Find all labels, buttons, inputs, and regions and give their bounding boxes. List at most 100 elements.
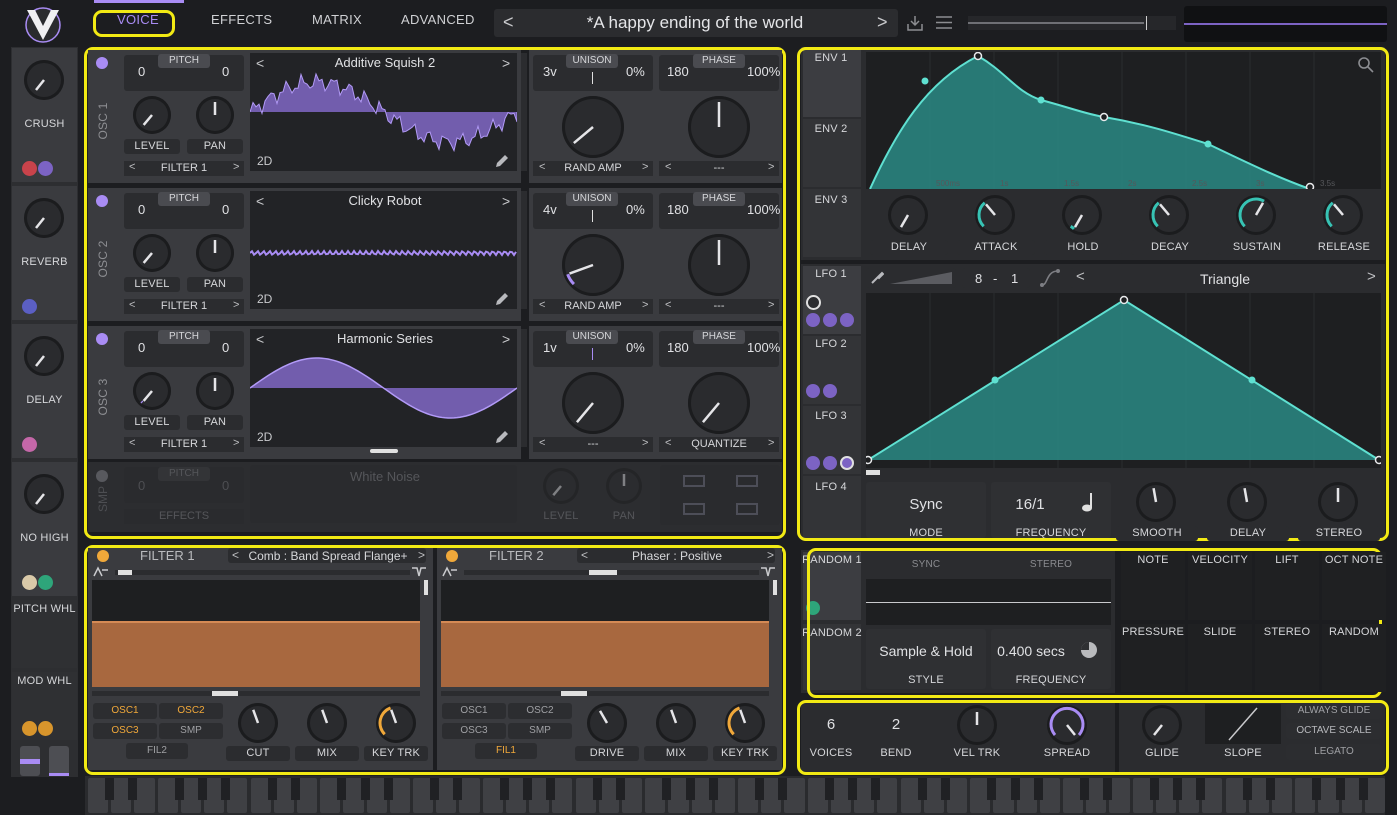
black-key[interactable]	[546, 778, 556, 800]
osc1-power-toggle[interactable]	[96, 57, 108, 69]
filter1-source-osc2[interactable]: OSC2	[159, 703, 223, 719]
mod-source-dot-blue[interactable]	[22, 299, 37, 314]
bounce-icon[interactable]	[735, 500, 759, 518]
filter2-source-smp[interactable]: SMP	[508, 723, 572, 739]
tab-voice[interactable]: VOICE	[117, 12, 159, 27]
osc3-wavetable-display[interactable]	[250, 329, 517, 447]
filter1-comb-icon[interactable]	[411, 566, 427, 578]
sampler-pitch-octave[interactable]: 0	[138, 478, 145, 493]
lfo2-target-dot-2[interactable]	[823, 384, 837, 398]
env-release-knob[interactable]	[1323, 195, 1363, 235]
mod-source-dot-tan[interactable]	[22, 575, 37, 590]
osc1-wavetable-name[interactable]: Additive Squish 2	[280, 55, 490, 70]
black-key[interactable]	[128, 778, 138, 800]
osc3-level-knob[interactable]	[133, 372, 171, 410]
black-key[interactable]	[198, 778, 208, 800]
filter2-response-graph[interactable]	[441, 580, 769, 687]
filter2-mix-knob[interactable]	[656, 703, 696, 743]
black-key[interactable]	[1173, 778, 1183, 800]
black-key[interactable]	[1358, 778, 1368, 800]
white-key[interactable]	[552, 778, 573, 813]
lfo-shape-next[interactable]: >	[1367, 268, 1376, 285]
osc2-wavetable-name[interactable]: Clicky Robot	[280, 193, 490, 208]
black-key[interactable]	[1033, 778, 1043, 800]
black-key[interactable]	[221, 778, 231, 800]
black-key[interactable]	[1335, 778, 1345, 800]
osc3-unison-voices[interactable]: 1v	[543, 340, 557, 355]
osc2-unison-knob[interactable]	[562, 234, 624, 296]
black-key[interactable]	[848, 778, 858, 800]
black-key[interactable]	[917, 778, 927, 800]
glide-knob[interactable]	[1142, 705, 1182, 745]
osc1-phase-value[interactable]: 180	[667, 64, 689, 79]
filter1-cut-knob[interactable]	[238, 703, 278, 743]
osc2-dest-next[interactable]: >	[233, 299, 239, 311]
black-key[interactable]	[592, 778, 602, 800]
menu-icon[interactable]	[935, 15, 953, 30]
osc2-right-selector[interactable]: ---	[659, 299, 779, 314]
filter1-lowpass-icon[interactable]	[93, 566, 109, 578]
prev-preset-button[interactable]: <	[503, 12, 514, 33]
filter1-source-fil2[interactable]: FIL2	[126, 743, 188, 759]
black-key[interactable]	[1242, 778, 1252, 800]
filter1-stereo-handle[interactable]	[212, 691, 238, 696]
black-key[interactable]	[290, 778, 300, 800]
black-key[interactable]	[685, 778, 695, 800]
osc3-pitch-octave[interactable]: 0	[138, 340, 145, 355]
white-key[interactable]	[459, 778, 480, 813]
filter1-blend-handle[interactable]	[118, 570, 132, 575]
octave-scale-toggle[interactable]: OCTAVE SCALE	[1286, 723, 1382, 739]
black-key[interactable]	[337, 778, 347, 800]
osc1-wavetable-display[interactable]	[250, 53, 517, 171]
osc1-right-prev[interactable]: <	[665, 161, 671, 173]
filter2-key-trk-knob[interactable]	[725, 703, 765, 743]
osc3-wavetable-prev[interactable]: <	[256, 331, 264, 347]
black-key[interactable]	[615, 778, 625, 800]
osc3-power-toggle[interactable]	[96, 333, 108, 345]
osc3-pitch-semitone[interactable]: 0	[222, 340, 229, 355]
osc1-phase-randomize[interactable]: 100%	[747, 64, 780, 79]
pitch-wheel[interactable]	[20, 746, 40, 776]
osc2-pan-knob[interactable]	[196, 234, 234, 272]
osc2-unison-detune[interactable]: 0%	[626, 202, 645, 217]
osc1-wavetable-next[interactable]: >	[502, 55, 510, 71]
white-key[interactable]	[1202, 778, 1223, 813]
black-key[interactable]	[824, 778, 834, 800]
mod-source-dot-red[interactable]	[22, 161, 37, 176]
env-attack-knob[interactable]	[975, 195, 1015, 235]
osc1-unison-detune[interactable]: 0%	[626, 64, 645, 79]
reverb-knob[interactable]	[24, 198, 64, 238]
osc1-pan-knob[interactable]	[196, 96, 234, 134]
filter2-source-osc3[interactable]: OSC3	[442, 723, 506, 739]
osc2-right-next[interactable]: >	[768, 299, 774, 311]
osc1-dest-next[interactable]: >	[233, 161, 239, 173]
osc3-dest-prev[interactable]: <	[129, 437, 135, 449]
osc3-filter-dest[interactable]: FILTER 1	[124, 437, 244, 452]
osc2-wavetable-prev[interactable]: <	[256, 193, 264, 209]
env-decay-knob[interactable]	[1149, 195, 1189, 235]
lfo3-target-dot-2[interactable]	[823, 456, 837, 470]
mod-source-dot-orange-2[interactable]	[38, 721, 53, 736]
osc3-wavetable-name[interactable]: Harmonic Series	[280, 331, 490, 346]
always-glide-toggle[interactable]: ALWAYS GLIDE	[1286, 703, 1382, 719]
osc2-wavetable-next[interactable]: >	[502, 193, 510, 209]
white-key[interactable]	[296, 778, 318, 813]
black-key[interactable]	[708, 778, 718, 800]
osc2-left-selector[interactable]: RAND AMP	[533, 299, 653, 314]
delay-macro-knob[interactable]	[24, 336, 64, 376]
filter1-response-graph[interactable]	[92, 580, 420, 687]
osc2-right-prev[interactable]: <	[665, 299, 671, 311]
voices-value[interactable]: 6	[803, 716, 859, 733]
osc2-phase-randomize[interactable]: 100%	[747, 202, 780, 217]
filter1-stereo-slider[interactable]	[92, 691, 420, 696]
osc2-dest-prev[interactable]: <	[129, 299, 135, 311]
black-key[interactable]	[499, 778, 509, 800]
osc1-filter-dest[interactable]: FILTER 1	[124, 161, 244, 176]
black-key[interactable]	[523, 778, 533, 800]
spread-knob[interactable]	[1047, 705, 1087, 745]
loop-icon[interactable]	[682, 500, 706, 518]
white-key[interactable]	[1271, 778, 1293, 813]
osc1-dest-prev[interactable]: <	[129, 161, 135, 173]
filter1-power-toggle[interactable]	[97, 550, 109, 562]
sampler-sample-name[interactable]: White Noise	[280, 469, 490, 484]
